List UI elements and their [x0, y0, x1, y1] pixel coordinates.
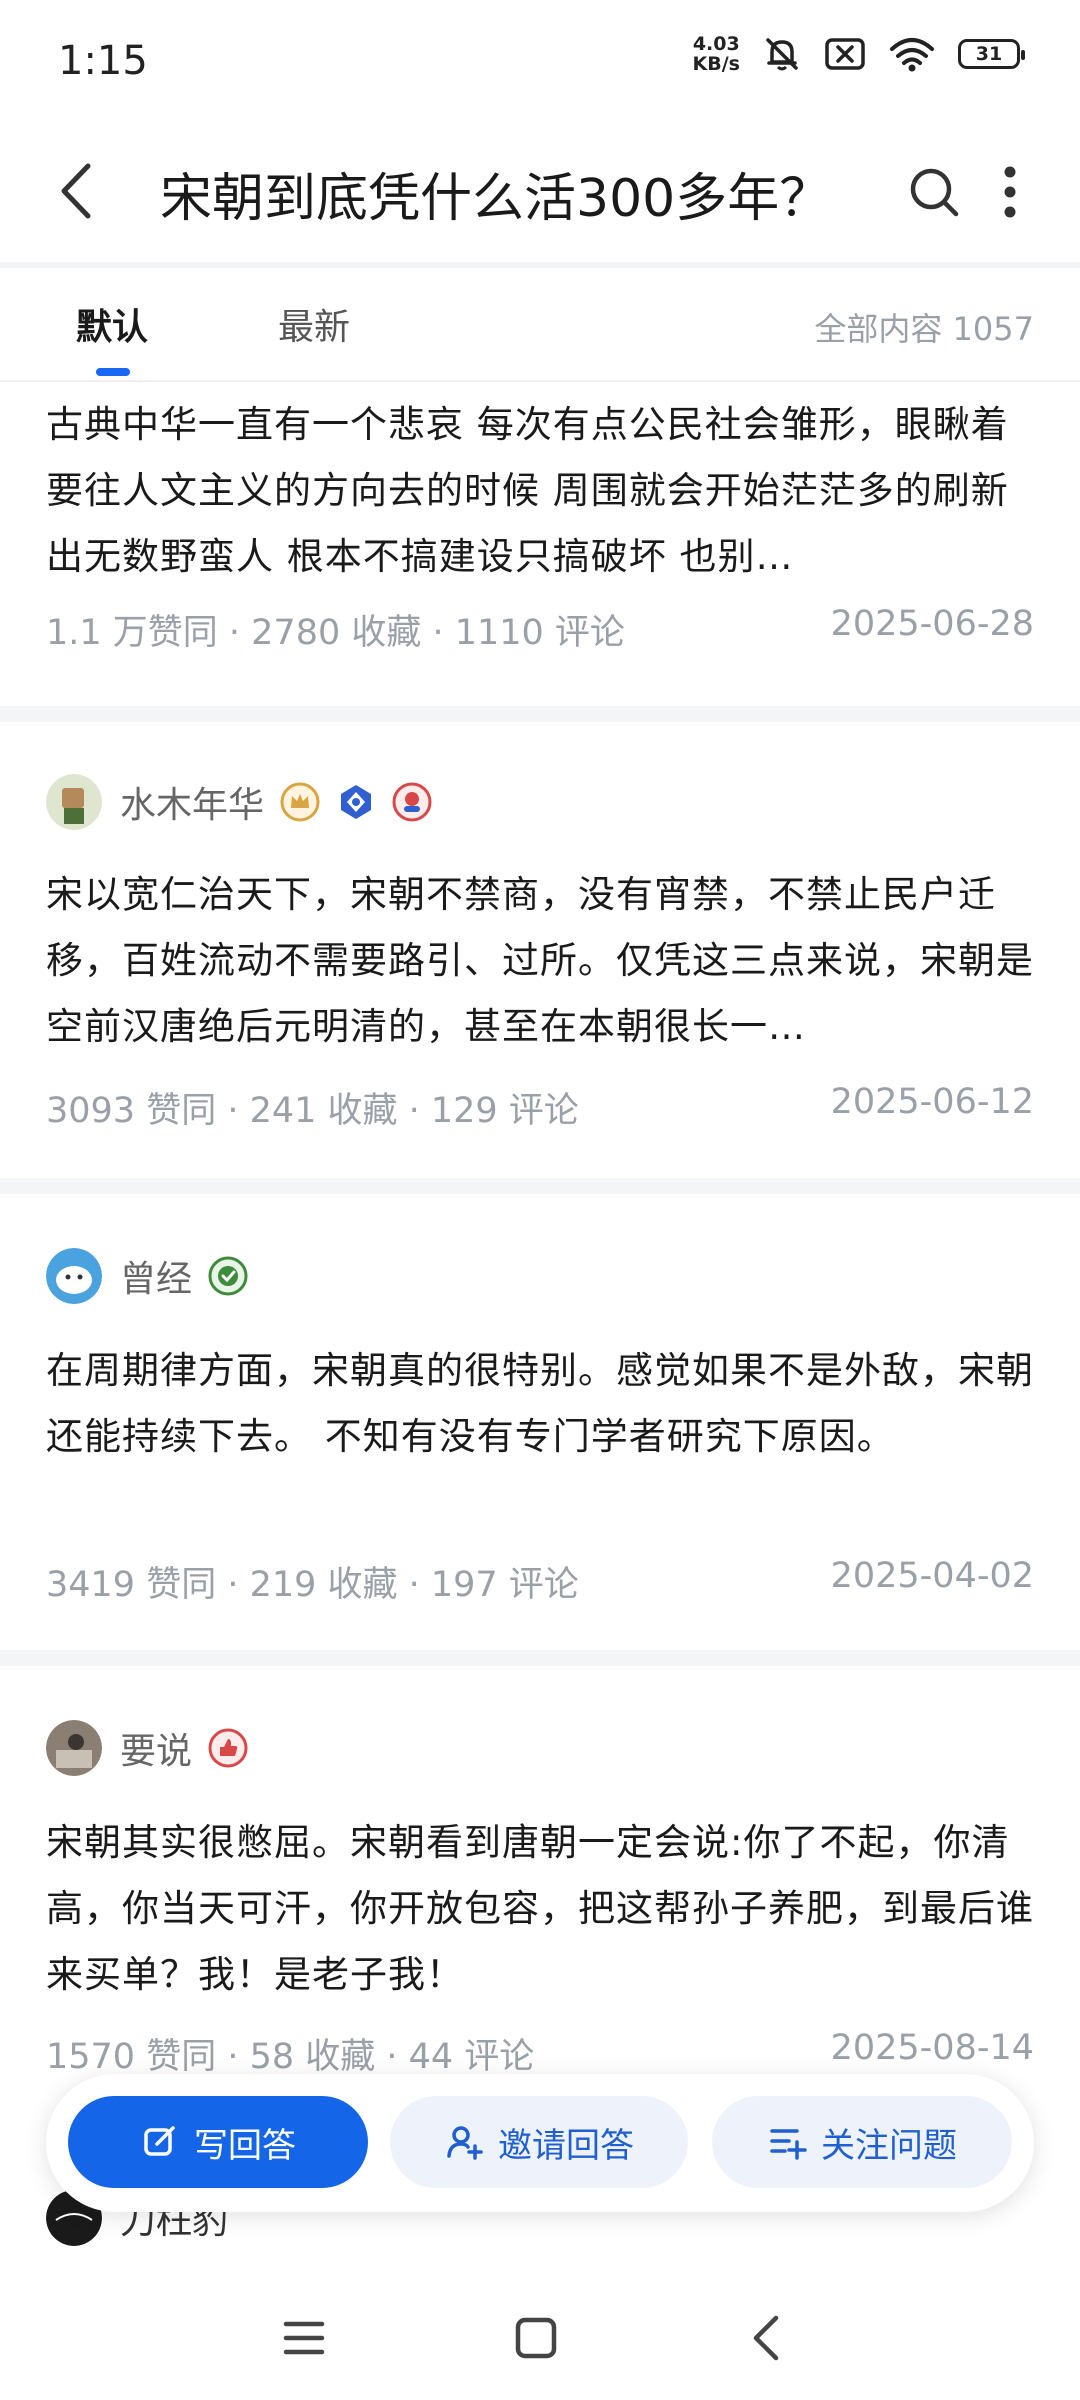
battery-level: 31 [975, 43, 1003, 65]
status-time: 1:15 [58, 38, 148, 84]
network-speed-value: 4.03 [692, 33, 740, 55]
answer-author[interactable]: 曾经 [46, 1248, 248, 1304]
answer-date: 2025-06-28 [830, 604, 1034, 644]
answer-stats: 1.1 万赞同 · 2780 收藏 · 1110 评论 [46, 613, 625, 653]
follow-question-button[interactable]: 关注问题 [712, 2096, 1012, 2188]
total-count: 全部内容 1057 [814, 310, 1034, 348]
answer-action-bar: 写回答 邀请回答 关注问题 [46, 2074, 1034, 2212]
status-icons: 4.03 KB/s 31 [693, 34, 1025, 74]
author-name[interactable]: 水木年华 [120, 776, 264, 828]
more-options-icon[interactable] [990, 160, 1030, 224]
back-icon[interactable] [48, 156, 108, 226]
write-answer-label: 写回答 [194, 2125, 296, 2166]
mascot-badge-icon [392, 782, 432, 822]
answer-stats: 3093 赞同 · 241 收藏 · 129 评论 [46, 1091, 579, 1131]
follow-question-label: 关注问题 [821, 2125, 957, 2166]
status-bar: 1:15 4.03 KB/s 31 [0, 0, 1080, 126]
answer-date: 2025-04-02 [830, 1556, 1034, 1596]
avatar[interactable] [46, 774, 102, 830]
back-nav-icon[interactable] [738, 2308, 798, 2368]
card-separator [0, 1650, 1080, 1666]
like-badge-icon [208, 1728, 248, 1768]
author-name[interactable]: 曾经 [120, 1250, 192, 1302]
avatar[interactable] [46, 1248, 102, 1304]
home-icon[interactable] [506, 2308, 566, 2368]
crown-badge-icon [280, 782, 320, 822]
tab-default[interactable]: 默认 [76, 298, 148, 350]
answer-excerpt: 宋朝其实很憋屈。宋朝看到唐朝一定会说:你了不起，你清高，你当天可汗，你开放包容，… [46, 1821, 1034, 1996]
answer-excerpt: 宋以宽仁治天下，宋朝不禁商，没有宵禁，不禁止民户迁移，百姓流动不需要路引、过所。… [46, 873, 1034, 1048]
answer-card[interactable]: 古典中华一直有一个悲哀 每次有点公民社会雏形，眼瞅着要往人文主义的方向去的时候 … [0, 380, 1080, 690]
write-answer-button[interactable]: 写回答 [68, 2096, 368, 2188]
verified-badge-icon [341, 785, 372, 819]
avatar[interactable] [46, 1720, 102, 1776]
network-speed-unit: KB/s [692, 53, 740, 75]
answer-author[interactable]: 水木年华 [46, 774, 432, 830]
author-name[interactable]: 要说 [120, 1722, 192, 1774]
answer-card[interactable]: 要说 宋朝其实很憋屈。宋朝看到唐朝一定会说:你了不起，你清高，你当天可汗，你开放… [0, 1666, 1080, 2086]
answer-stats: 3419 赞同 · 219 收藏 · 197 评论 [46, 1565, 579, 1605]
no-sim-icon [825, 38, 865, 70]
mute-bell-icon [766, 38, 798, 71]
answer-stats: 1570 赞同 · 58 收藏 · 44 评论 [46, 2037, 535, 2077]
invite-answer-label: 邀请回答 [498, 2125, 634, 2166]
page-title: 宋朝到底凭什么活300多年？ [160, 169, 832, 229]
answer-date: 2025-08-14 [830, 2028, 1034, 2068]
battery-indicator: 31 [958, 39, 1025, 69]
invite-answer-button[interactable]: 邀请回答 [390, 2096, 688, 2188]
achievement-badge-icon [208, 1256, 248, 1296]
answer-card[interactable]: 水木年华 宋以宽仁治天下，宋朝不禁商，没有宵禁，不禁止民户迁移，百姓流动不需要路… [0, 722, 1080, 1172]
answer-date: 2025-06-12 [830, 1082, 1034, 1122]
answer-excerpt: 在周期律方面，宋朝真的很特别。感觉如果不是外敌，宋朝还能持续下去。 不知有没有专… [46, 1349, 1034, 1458]
card-separator [0, 706, 1080, 722]
menu-icon[interactable] [274, 2308, 334, 2368]
title-bar: 宋朝到底凭什么活300多年？ [0, 126, 1080, 262]
sort-tabs: 默认 最新 全部内容 1057 [0, 268, 1080, 382]
follow-list-icon [770, 2129, 807, 2160]
edit-icon [144, 2126, 175, 2156]
active-tab-indicator [96, 368, 130, 376]
card-separator [0, 1178, 1080, 1194]
answer-card[interactable]: 曾经 在周期律方面，宋朝真的很特别。感觉如果不是外敌，宋朝还能持续下去。 不知有… [0, 1194, 1080, 1650]
wifi-icon [890, 38, 934, 72]
network-speed: 4.03 KB/s [693, 34, 740, 74]
invite-user-icon [447, 2126, 483, 2160]
answer-excerpt: 古典中华一直有一个悲哀 每次有点公民社会雏形，眼瞅着要往人文主义的方向去的时候 … [46, 403, 1009, 578]
answer-author[interactable]: 要说 [46, 1720, 248, 1776]
search-icon[interactable] [904, 162, 964, 222]
tab-latest[interactable]: 最新 [278, 298, 350, 350]
system-nav-bar [0, 2270, 1080, 2400]
